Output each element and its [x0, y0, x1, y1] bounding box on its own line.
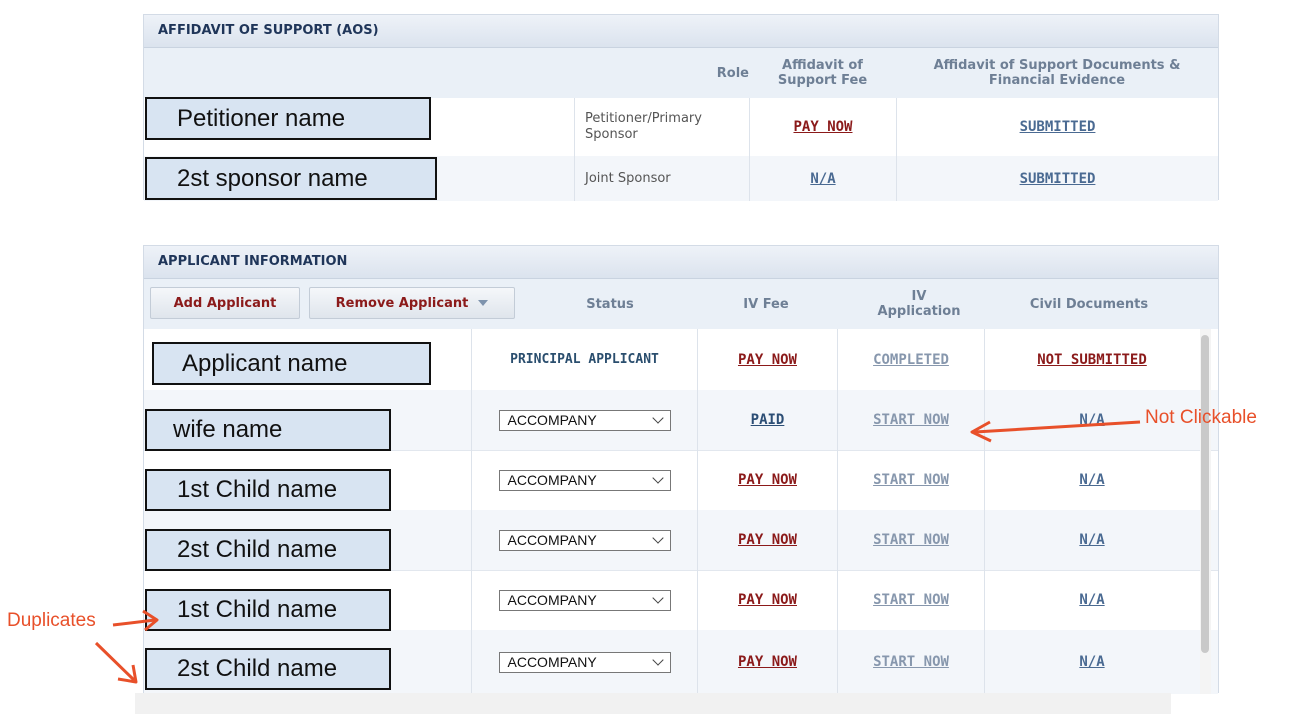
- iv-app-cell: START NOW: [837, 630, 984, 694]
- aos-header-docs: Affidavit of Support Documents & Financi…: [933, 58, 1181, 88]
- pay-now-link[interactable]: PAY NOW: [738, 472, 797, 488]
- status-select-value: ACCOMPANY: [507, 592, 597, 608]
- aos-role: Petitioner/Primary Sponsor: [574, 98, 749, 156]
- na-link[interactable]: N/A: [1079, 592, 1104, 608]
- na-link[interactable]: N/A: [1079, 654, 1104, 670]
- status-select-value: ACCOMPANY: [507, 412, 597, 428]
- civil-cell: N/A: [984, 570, 1199, 630]
- status-select[interactable]: ACCOMPANY: [498, 469, 671, 491]
- header-status: Status: [586, 296, 634, 312]
- iv-fee-cell: PAY NOW: [697, 329, 837, 390]
- chevron-down-icon: [651, 592, 664, 604]
- child-name-box: 1st Child name: [145, 589, 391, 631]
- remove-applicant-label: Remove Applicant: [335, 295, 469, 311]
- na-link[interactable]: N/A: [1079, 412, 1104, 428]
- start-now-link[interactable]: START NOW: [873, 412, 949, 428]
- civil-cell: N/A: [984, 630, 1199, 694]
- wife-name-box: wife name: [145, 409, 391, 451]
- status-select-value: ACCOMPANY: [507, 654, 597, 670]
- petitioner-name-box: Petitioner name: [145, 97, 431, 140]
- iv-app-cell: START NOW: [837, 510, 984, 570]
- iv-app-cell: START NOW: [837, 450, 984, 510]
- header-iv-application: IV Application: [877, 289, 961, 319]
- status-select[interactable]: ACCOMPANY: [498, 409, 671, 431]
- status-cell: ACCOMPANY: [471, 630, 697, 694]
- aos-fee-cell: PAY NOW: [749, 98, 896, 156]
- pay-now-link[interactable]: PAY NOW: [738, 592, 797, 608]
- aos-header-fee: Affidavit of Support Fee: [777, 58, 868, 88]
- duplicates-annotation: Duplicates: [7, 610, 96, 631]
- header-iv-fee: IV Fee: [743, 296, 789, 312]
- chevron-down-icon: [651, 532, 664, 544]
- applicant-name-box: Applicant name: [152, 342, 431, 385]
- sponsor-name-box: 2st sponsor name: [145, 157, 437, 200]
- status-cell: ACCOMPANY: [471, 510, 697, 570]
- civil-cell: N/A: [984, 510, 1199, 570]
- aos-header-row: Role Affidavit of Support Fee Affidavit …: [144, 48, 1218, 98]
- child-name-box: 2st Child name: [145, 529, 391, 571]
- add-applicant-button[interactable]: Add Applicant: [150, 287, 300, 319]
- aos-docs-cell: SUBMITTED: [896, 156, 1218, 201]
- pay-now-link[interactable]: PAY NOW: [738, 654, 797, 670]
- start-now-link[interactable]: START NOW: [873, 532, 949, 548]
- iv-fee-cell: PAY NOW: [697, 570, 837, 630]
- pay-now-link[interactable]: PAY NOW: [738, 352, 797, 368]
- aos-docs-cell: SUBMITTED: [896, 98, 1218, 156]
- applicant-title: APPLICANT INFORMATION: [144, 246, 1218, 279]
- start-now-link[interactable]: START NOW: [873, 654, 949, 670]
- status-cell: ACCOMPANY: [471, 450, 697, 510]
- status-select[interactable]: ACCOMPANY: [498, 529, 671, 551]
- paid-link[interactable]: PAID: [751, 412, 785, 428]
- status-cell: ACCOMPANY: [471, 570, 697, 630]
- pay-now-link[interactable]: PAY NOW: [793, 119, 852, 135]
- iv-fee-cell: PAID: [697, 390, 837, 450]
- iv-app-cell: COMPLETED: [837, 329, 984, 390]
- status-select[interactable]: ACCOMPANY: [498, 651, 671, 673]
- status-cell: ACCOMPANY: [471, 390, 697, 450]
- scrollbar-thumb[interactable]: [1201, 335, 1209, 653]
- status-select-value: ACCOMPANY: [507, 472, 597, 488]
- chevron-down-icon: [651, 472, 664, 484]
- na-link[interactable]: N/A: [1079, 532, 1104, 548]
- completed-link[interactable]: COMPLETED: [873, 352, 949, 368]
- dropdown-caret-icon: [478, 300, 489, 306]
- status-cell: PRINCIPAL APPLICANT: [471, 329, 697, 390]
- applicant-header-row: Add Applicant Remove Applicant Status IV…: [144, 279, 1218, 329]
- aos-role: Joint Sponsor: [574, 156, 749, 201]
- chevron-down-icon: [651, 654, 664, 666]
- start-now-link[interactable]: START NOW: [873, 592, 949, 608]
- civil-cell: NOT SUBMITTED: [984, 329, 1199, 390]
- na-link[interactable]: N/A: [810, 171, 835, 187]
- iv-fee-cell: PAY NOW: [697, 450, 837, 510]
- principal-applicant-label: PRINCIPAL APPLICANT: [510, 352, 659, 367]
- submitted-link[interactable]: SUBMITTED: [1020, 119, 1096, 135]
- aos-fee-cell: N/A: [749, 156, 896, 201]
- header-civil-documents: Civil Documents: [1029, 296, 1149, 312]
- status-select-value: ACCOMPANY: [507, 532, 597, 548]
- iv-app-cell: START NOW: [837, 570, 984, 630]
- status-select[interactable]: ACCOMPANY: [498, 589, 671, 611]
- pay-now-link[interactable]: PAY NOW: [738, 532, 797, 548]
- iv-app-cell: START NOW: [837, 390, 984, 450]
- na-link[interactable]: N/A: [1079, 472, 1104, 488]
- child-name-box: 2st Child name: [145, 648, 391, 690]
- submitted-link[interactable]: SUBMITTED: [1020, 171, 1096, 187]
- iv-fee-cell: PAY NOW: [697, 510, 837, 570]
- civil-cell: N/A: [984, 450, 1199, 510]
- not-clickable-annotation: Not Clickable: [1145, 407, 1257, 428]
- iv-fee-cell: PAY NOW: [697, 630, 837, 694]
- not-submitted-link[interactable]: NOT SUBMITTED: [1037, 352, 1147, 368]
- start-now-link[interactable]: START NOW: [873, 472, 949, 488]
- aos-header-role: Role: [716, 65, 749, 81]
- remove-applicant-button[interactable]: Remove Applicant: [309, 287, 515, 319]
- bottom-strip: [135, 693, 1171, 714]
- aos-title: AFFIDAVIT OF SUPPORT (AOS): [144, 15, 1218, 48]
- child-name-box: 1st Child name: [145, 469, 391, 511]
- chevron-down-icon: [651, 412, 664, 424]
